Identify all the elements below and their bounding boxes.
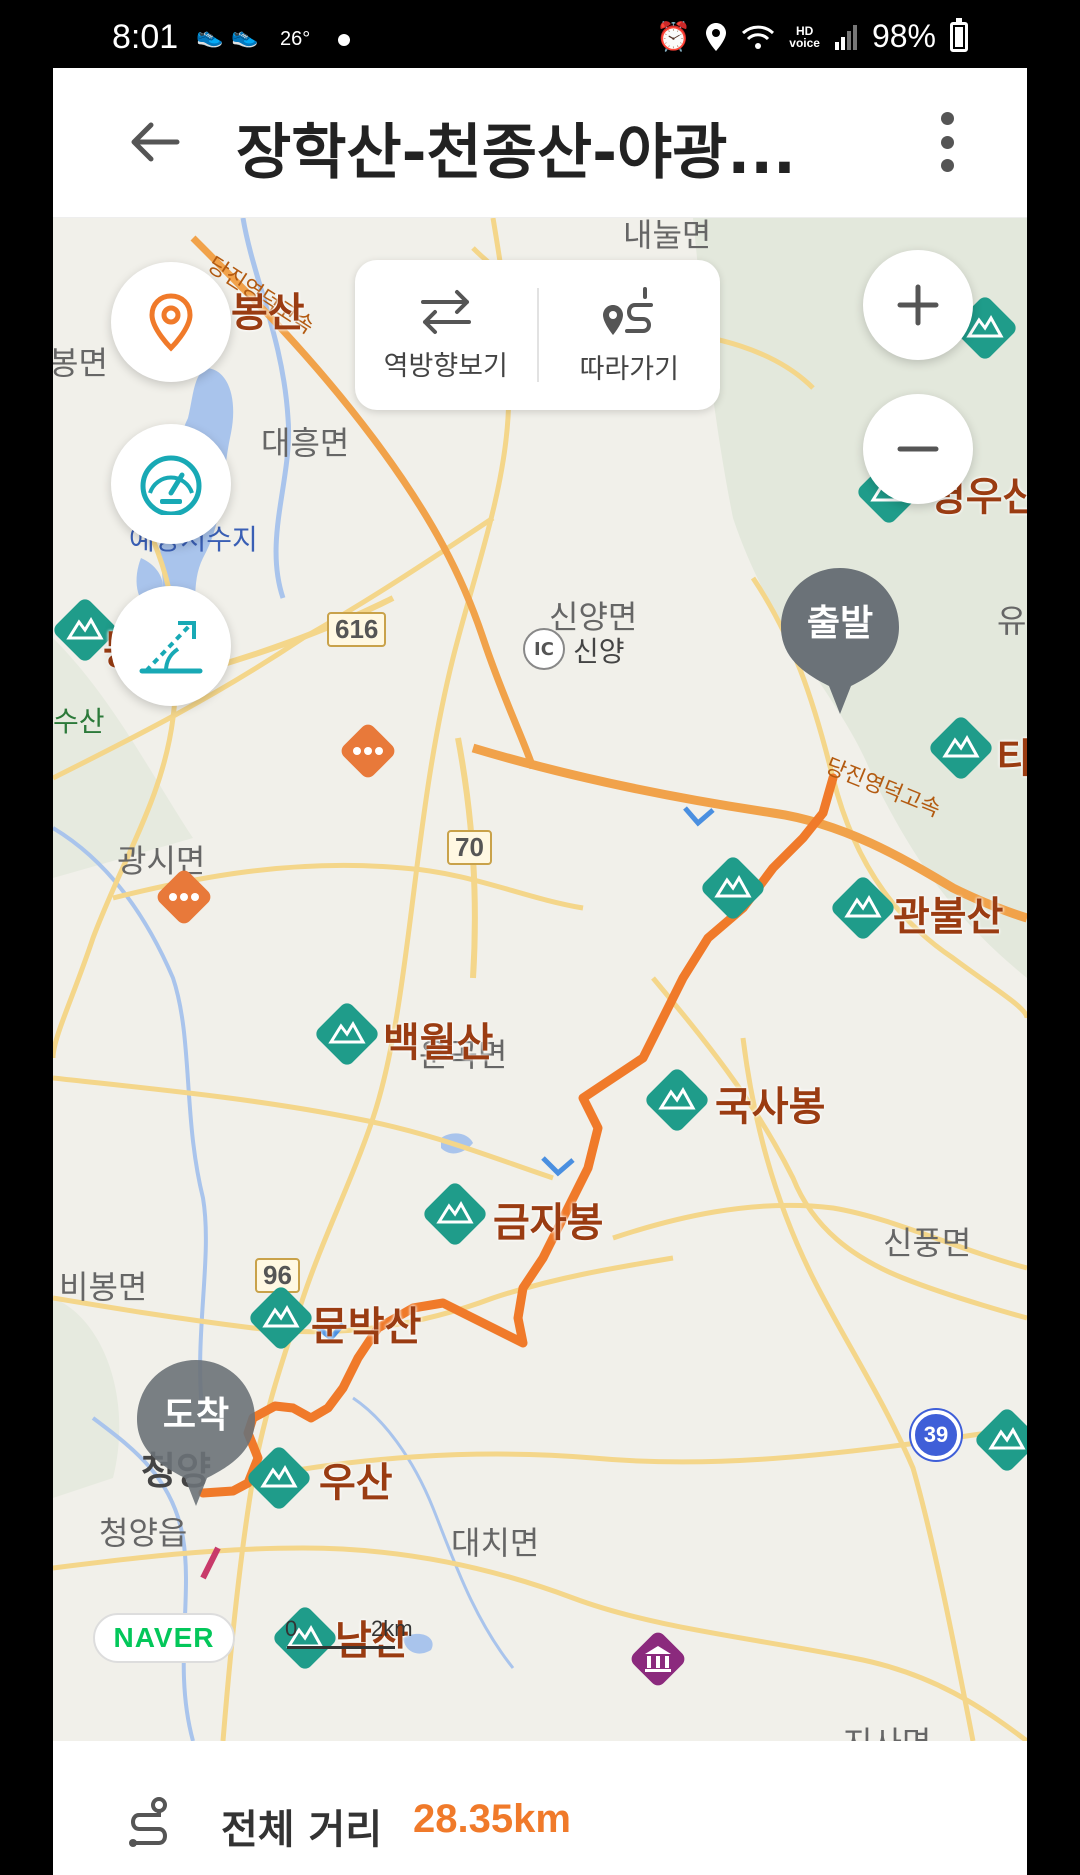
slope-angle-icon [139,621,203,674]
app-window: 장학산-천종산-야광... 내눌면 봉면 대흥면 신양면 신양 광시면 운곡면 … [53,68,1027,1875]
page-title: 장학산-천종산-야광... [236,118,796,188]
mountain-marker-icon[interactable] [307,994,387,1074]
total-distance-value: 28.35km [413,1797,571,1841]
mountain-marker-icon[interactable] [637,1060,717,1140]
peak-label: 백월산 [383,1020,494,1066]
place-label: 대치면 [451,1524,540,1562]
peak-label: 봉산 [231,290,305,336]
app-header: 장학산-천종산-야광... [53,68,1027,218]
more-options-icon[interactable] [937,112,957,172]
my-location-button[interactable] [111,262,231,382]
scale-bar [287,1646,395,1649]
reverse-direction-label: 역방향보기 [383,350,508,382]
map-scale: 0 2km [285,1616,413,1652]
mountain-marker-icon[interactable] [823,868,903,948]
place-label: 비봉면 [59,1268,148,1306]
total-distance-label: 전체 거리 [221,1807,383,1853]
alarm-icon: ⏰ [656,21,692,52]
place-label: 신양 [573,635,625,668]
plus-icon [897,284,939,326]
end-marker[interactable]: 도착 [135,1358,257,1508]
naver-logo: NAVER [93,1613,235,1663]
swap-arrows-icon [420,289,471,334]
place-label: 대흥면 [261,424,350,462]
scale-start: 0 [285,1616,298,1641]
road-number: 616 [327,612,387,647]
route-toolbar: 역방향보기 따라가기 [355,260,720,410]
wifi-icon [742,25,775,49]
reverse-direction-button[interactable]: 역방향보기 [355,260,537,410]
weather-icons: 👟 👟 [196,24,259,49]
zoom-out-button[interactable] [863,394,973,504]
museum-marker-icon[interactable] [623,1624,693,1694]
follow-route-button[interactable]: 따라가기 [539,260,721,410]
signal-icon [834,24,857,50]
place-label: 유 [997,602,1027,640]
mountain-marker-icon[interactable] [921,708,1001,788]
highway-39-shield: 39 [911,1410,961,1460]
end-marker-label: 도착 [162,1395,230,1436]
peak-label: 금자봉 [493,1200,604,1246]
start-marker-label: 출발 [806,603,874,644]
location-icon [706,22,727,51]
status-bar: 8:01 👟 👟 26° ⏰ HD voice 98% [0,0,1080,68]
back-arrow-icon[interactable] [125,112,185,172]
map-view[interactable]: 내눌면 봉면 대흥면 신양면 신양 광시면 운곡면 신풍면 비봉면 청양 청양읍… [53,218,1027,1741]
gauge-icon [140,455,202,515]
status-icons: ⏰ HD voice 98% [656,17,968,55]
route-summary: 전체 거리 28.35km [53,1741,1027,1875]
peak-label: 우산 [319,1460,393,1506]
mountain-marker-icon[interactable] [693,848,773,928]
poi-marker-icon[interactable] [333,716,403,786]
notification-dot-icon [338,34,350,46]
mountain-marker-icon[interactable] [967,1400,1027,1480]
follow-route-label: 따라가기 [579,353,679,385]
peak-label: 관불산 [893,894,1004,940]
road-number: 70 [447,830,492,865]
mountain-marker-icon[interactable] [241,1278,321,1358]
place-label: 내눌면 [623,218,712,254]
poi-marker-icon[interactable] [149,862,219,932]
peak-label: 문박산 [311,1304,422,1350]
peak-label: 국사봉 [715,1084,826,1130]
route-distance-icon [129,1797,167,1847]
location-pin-icon [149,293,193,352]
place-label: 봉면 [53,344,108,382]
ic-badge: IC [523,628,565,670]
speed-gauge-button[interactable] [111,424,231,544]
zoom-in-button[interactable] [863,250,973,360]
battery-percent: 98% [871,18,936,54]
sneaker-icon: 👟 [196,24,224,49]
scale-distance: 2km [371,1616,413,1641]
place-label: 신풍면 [883,1224,972,1262]
start-marker[interactable]: 출발 [779,566,901,716]
peak-label: 타 [997,736,1027,782]
temperature: 26° [280,28,311,50]
mountain-marker-icon[interactable] [415,1174,495,1254]
sneaker-icon: 👟 [231,24,259,49]
place-label: 지사면 [843,1718,931,1741]
clock: 8:01 [112,18,179,56]
battery-icon [950,17,968,52]
slope-view-button[interactable] [111,586,231,706]
place-label: 수산 [53,705,105,738]
route-follow-icon [603,286,654,335]
minus-icon [897,446,939,452]
place-label: 청양읍 [99,1514,188,1552]
hd-voice-icon: HD voice [789,23,820,50]
